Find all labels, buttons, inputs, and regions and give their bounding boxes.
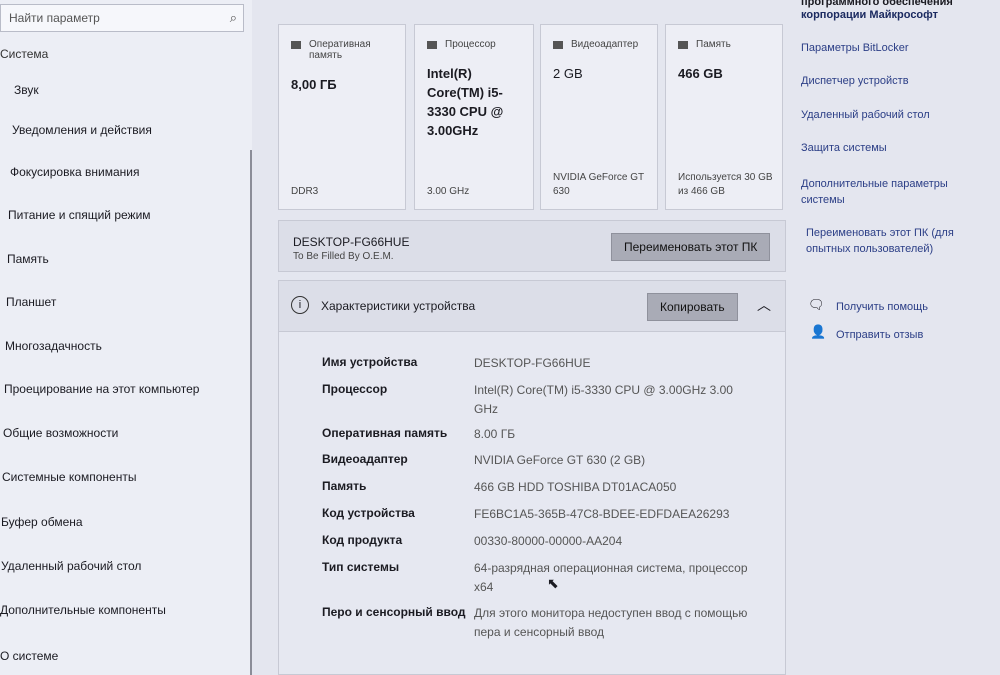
card-sub: NVIDIA GeForce GT 630 xyxy=(553,172,644,197)
card-label: Память xyxy=(696,39,731,50)
card-value: 466 GB xyxy=(678,66,723,81)
spec-value: 8.00 ГБ xyxy=(474,427,516,441)
rename-pc-button[interactable]: Переименовать этот ПК xyxy=(611,233,771,261)
sidebar-item-notifications[interactable]: Уведомления и действия xyxy=(12,123,152,137)
license-terms-link[interactable]: корпорации Майкрософт xyxy=(801,7,991,23)
gpu-card: Видеоадаптер 2 GB NVIDIA GeForce GT 630 xyxy=(540,24,658,210)
card-sub: DDR3 xyxy=(291,186,319,197)
spec-value: Intel(R) Core(TM) i5-3330 CPU @ 3.00GHz … xyxy=(474,383,733,416)
sidebar-item-clipboard[interactable]: Буфер обмена xyxy=(1,515,83,529)
spec-value: Для этого монитора недоступен ввод с пом… xyxy=(474,606,748,639)
spec-value: FE6BC1A5-365B-47C8-BDEE-EDFDAEA26293 xyxy=(474,507,730,521)
cpu-card: Процессор Intel(R) Core(TM) i5-3330 CPU … xyxy=(414,24,534,210)
sidebar-item-focus[interactable]: Фокусировка внимания xyxy=(10,165,139,179)
advanced-settings-link[interactable]: Дополнительные параметры системы xyxy=(801,176,971,208)
sidebar-item-about[interactable]: О системе xyxy=(0,649,58,663)
sidebar-item-shared[interactable]: Общие возможности xyxy=(3,426,118,440)
spec-key: Тип системы xyxy=(322,560,400,574)
search-input[interactable]: Найти параметр ⌕ xyxy=(0,4,244,32)
sidebar-item-optional[interactable]: Дополнительные компоненты xyxy=(0,603,166,617)
spec-value: 64-разрядная операционная система, проце… xyxy=(474,561,748,594)
feedback-icon: 👤 xyxy=(810,324,827,339)
spec-value: NVIDIA GeForce GT 630 (2 GB) xyxy=(474,453,646,467)
search-icon[interactable]: ⌕ xyxy=(230,10,237,26)
spec-key: Имя устройства xyxy=(322,355,418,369)
spec-key: Видеоадаптер xyxy=(322,452,408,466)
specs-header[interactable]: i Характеристики устройства Копировать ︿ xyxy=(278,280,786,332)
card-sub: Используется 30 GB из 466 GB xyxy=(678,172,773,197)
spec-key: Процессор xyxy=(322,382,388,396)
card-value: 8,00 ГБ xyxy=(291,77,337,92)
sidebar-item-components[interactable]: Системные компоненты xyxy=(2,470,136,484)
card-label: Процессор xyxy=(445,39,496,50)
remote-desktop-link[interactable]: Удаленный рабочий стол xyxy=(801,107,991,123)
spec-key: Память xyxy=(322,479,367,493)
device-name: DESKTOP-FG66HUE xyxy=(293,235,410,249)
spec-key: Оперативная память xyxy=(322,426,448,440)
spec-key: Перо и сенсорный ввод xyxy=(322,605,466,619)
feedback-link[interactable]: Отправить отзыв xyxy=(836,327,1000,343)
gpu-icon xyxy=(553,41,563,49)
system-protection-link[interactable]: Защита системы xyxy=(801,140,991,156)
spec-key: Код продукта xyxy=(322,533,403,547)
sidebar: Найти параметр ⌕ Система Звук Уведомления… xyxy=(0,0,252,675)
chevron-up-icon[interactable]: ︿ xyxy=(757,295,771,315)
cpu-icon xyxy=(427,41,437,49)
card-label: Оперативная память xyxy=(309,39,371,61)
help-icon: 🗨 xyxy=(808,297,825,312)
rename-advanced-link[interactable]: Переименовать этот ПК (для опытных польз… xyxy=(806,225,976,257)
scrollbar[interactable] xyxy=(250,150,252,675)
device-manager-link[interactable]: Диспетчер устройств xyxy=(801,73,991,89)
card-value: Intel(R) Core(TM) i5-3330 CPU @ 3.00GHz xyxy=(427,66,504,138)
section-title: Система xyxy=(0,47,49,61)
sidebar-item-sound[interactable]: Звук xyxy=(14,83,39,97)
info-icon: i xyxy=(291,296,309,314)
sidebar-item-tablet[interactable]: Планшет xyxy=(6,295,56,309)
ram-card: Оперативная память 8,00 ГБ DDR3 xyxy=(278,24,406,210)
specs-title: Характеристики устройства xyxy=(321,299,476,313)
ram-icon xyxy=(291,41,301,49)
bitlocker-link[interactable]: Параметры BitLocker xyxy=(801,40,991,56)
get-help-link[interactable]: Получить помощь xyxy=(836,299,1000,315)
device-name-panel: DESKTOP-FG66HUE To Be Filled By O.E.M. П… xyxy=(278,220,786,272)
card-label: Видеоадаптер xyxy=(571,39,639,50)
storage-icon xyxy=(678,41,688,49)
spec-key: Код устройства xyxy=(322,506,415,520)
spec-value: 00330-80000-00000-AA204 xyxy=(474,534,623,548)
copy-button[interactable]: Копировать xyxy=(647,293,738,321)
sidebar-item-multitasking[interactable]: Многозадачность xyxy=(5,339,102,353)
storage-card: Память 466 GB Используется 30 GB из 466 … xyxy=(665,24,783,210)
mouse-cursor-icon: ⬉ xyxy=(547,575,559,591)
sidebar-item-projecting[interactable]: Проецирование на этот компьютер xyxy=(4,382,199,396)
sidebar-item-power[interactable]: Питание и спящий режим xyxy=(8,208,151,222)
card-sub: 3.00 GHz xyxy=(427,186,470,197)
sidebar-item-remote-desktop[interactable]: Удаленный рабочий стол xyxy=(1,559,141,573)
sidebar-item-storage[interactable]: Память xyxy=(7,252,49,266)
spec-value: DESKTOP-FG66HUE xyxy=(474,356,591,370)
search-placeholder: Найти параметр xyxy=(9,11,100,25)
card-value: 2 GB xyxy=(553,66,583,81)
device-oem: To Be Filled By O.E.M. xyxy=(293,251,394,262)
spec-value: 466 GB HDD TOSHIBA DT01ACA050 xyxy=(474,480,677,494)
